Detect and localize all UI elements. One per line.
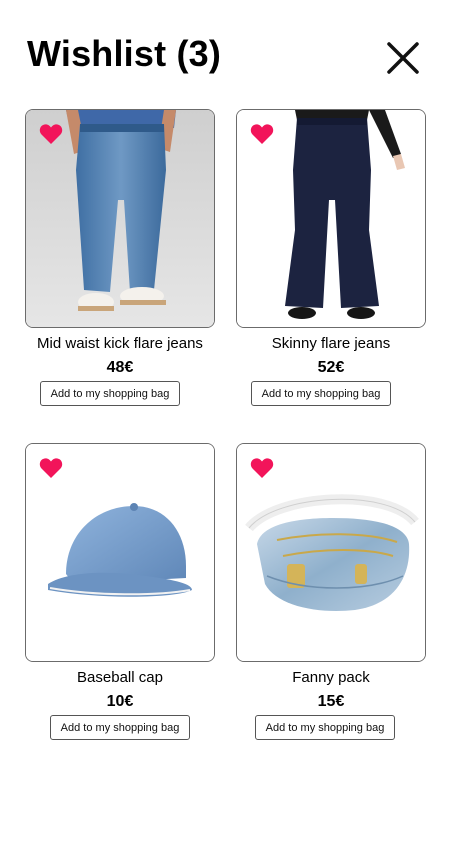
favorite-heart-button[interactable] — [250, 123, 274, 145]
heart-icon — [250, 458, 274, 478]
product-image-frame[interactable] — [25, 443, 215, 662]
page-title: Wishlist (3) — [27, 33, 222, 74]
add-to-bag-button[interactable]: Add to my shopping bag — [40, 381, 180, 406]
favorite-heart-button[interactable] — [250, 457, 274, 479]
add-to-bag-button[interactable]: Add to my shopping bag — [50, 715, 190, 740]
favorite-heart-button[interactable] — [39, 457, 63, 479]
header: Wishlist (3) — [0, 0, 450, 100]
add-to-bag-button[interactable]: Add to my shopping bag — [255, 715, 395, 740]
product-price: 52€ — [317, 359, 345, 376]
heart-icon — [39, 458, 63, 478]
product-name: Fanny pack — [292, 669, 370, 686]
product-price: 15€ — [317, 693, 345, 710]
product-name: Skinny flare jeans — [271, 335, 391, 352]
close-icon — [387, 42, 419, 74]
product-image-frame[interactable] — [25, 109, 215, 328]
product-price: 48€ — [106, 359, 134, 376]
product-image-frame[interactable] — [236, 443, 426, 662]
product-price: 10€ — [106, 693, 134, 710]
close-button[interactable] — [384, 39, 422, 77]
product-name: Mid waist kick flare jeans — [37, 335, 203, 352]
heart-icon — [39, 124, 63, 144]
product-image-frame[interactable] — [236, 109, 426, 328]
heart-icon — [250, 124, 274, 144]
add-to-bag-button[interactable]: Add to my shopping bag — [251, 381, 391, 406]
favorite-heart-button[interactable] — [39, 123, 63, 145]
product-name: Baseball cap — [77, 669, 163, 686]
